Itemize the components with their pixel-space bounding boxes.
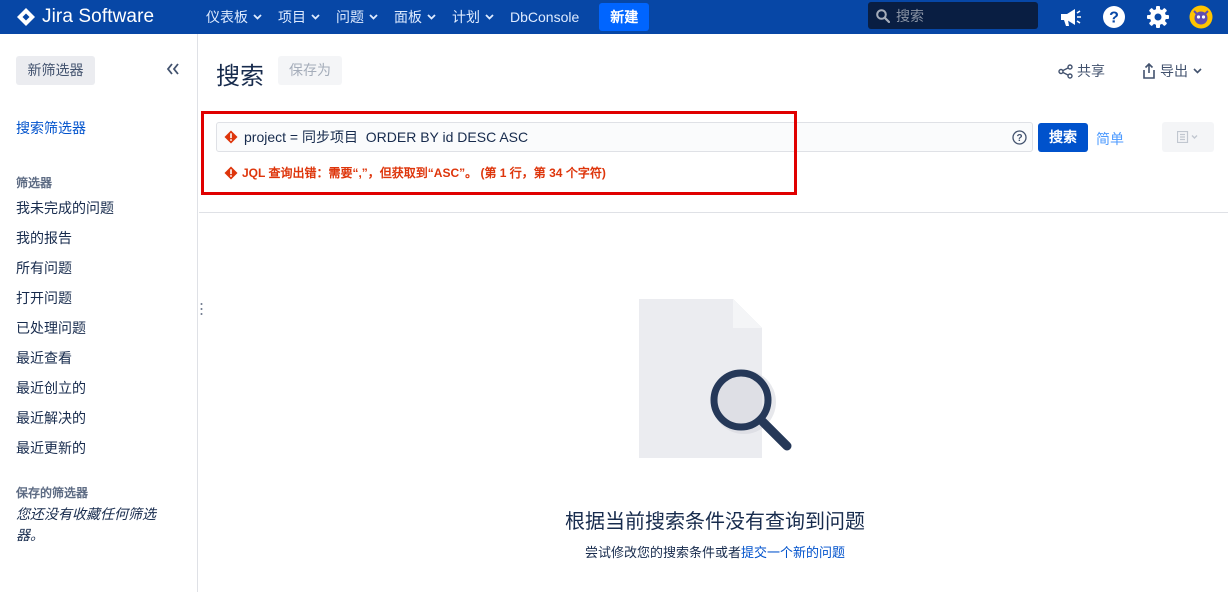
chevron-down-icon bbox=[1193, 68, 1202, 74]
nav-projects-label: 项目 bbox=[278, 9, 306, 25]
chevron-down-icon bbox=[485, 14, 494, 20]
no-results-subtitle-text: 尝试修改您的搜索条件或者 bbox=[584, 545, 741, 560]
no-results-title: 根据当前搜索条件没有查询到问题 bbox=[565, 511, 865, 533]
nav-dbconsole[interactable]: DbConsole bbox=[510, 0, 579, 34]
error-highlight-frame bbox=[201, 111, 797, 195]
help-icon[interactable]: ? bbox=[1101, 4, 1127, 30]
jira-diamond-icon bbox=[17, 8, 35, 26]
filter-my-open-issues[interactable]: 我未完成的问题 bbox=[16, 198, 114, 218]
filters-heading: 筛选器 bbox=[16, 176, 53, 190]
search-icon bbox=[876, 8, 890, 23]
new-filter-button[interactable]: 新筛选器 bbox=[16, 56, 95, 85]
export-icon bbox=[1143, 63, 1155, 79]
filter-resolved-recently[interactable]: 最近解决的 bbox=[16, 408, 86, 428]
nav-boards-label: 面板 bbox=[394, 9, 422, 25]
page-title: 搜索 bbox=[216, 63, 264, 90]
filter-updated-recently[interactable]: 最近更新的 bbox=[16, 438, 86, 458]
help-circle-icon[interactable]: ? bbox=[1012, 130, 1027, 145]
nav-dashboards[interactable]: 仪表板 bbox=[206, 0, 262, 34]
svg-text:?: ? bbox=[1016, 133, 1022, 144]
layout-switcher-button[interactable] bbox=[1162, 122, 1214, 152]
filter-viewed-recently[interactable]: 最近查看 bbox=[16, 348, 72, 368]
filter-created-recently[interactable]: 最近创立的 bbox=[16, 378, 86, 398]
switch-to-basic-link[interactable]: 简单 bbox=[1096, 129, 1124, 149]
list-view-icon bbox=[1177, 131, 1198, 143]
nav-projects[interactable]: 项目 bbox=[278, 0, 320, 34]
no-results-illustration bbox=[639, 299, 792, 458]
save-as-button[interactable]: 保存为 bbox=[278, 56, 342, 85]
jira-logo[interactable]: Jira Software bbox=[16, 4, 154, 30]
create-new-issue-link[interactable]: 提交一个新的问题 bbox=[741, 545, 845, 560]
main-nav: 仪表板 项目 问题 面板 计划 DbConsole 新建 bbox=[206, 0, 650, 34]
nav-issues[interactable]: 问题 bbox=[336, 0, 378, 34]
double-chevron-left-icon[interactable] bbox=[164, 60, 182, 78]
chevron-down-icon bbox=[427, 14, 436, 20]
saved-filters-heading: 保存的筛选器 bbox=[16, 486, 89, 500]
megaphone-icon[interactable] bbox=[1057, 4, 1083, 30]
chevron-down-icon bbox=[369, 14, 378, 20]
chevron-down-icon bbox=[253, 14, 262, 20]
export-button[interactable]: 导出 bbox=[1142, 61, 1206, 81]
nav-plans-label: 计划 bbox=[452, 9, 480, 25]
nav-dbconsole-label: DbConsole bbox=[510, 9, 580, 25]
user-avatar[interactable] bbox=[1188, 4, 1214, 30]
create-button[interactable]: 新建 bbox=[599, 3, 650, 31]
global-search-input[interactable] bbox=[896, 7, 1026, 24]
filter-open-issues[interactable]: 打开问题 bbox=[16, 288, 72, 308]
sidebar-resize-handle[interactable] bbox=[200, 302, 203, 316]
svg-text:?: ? bbox=[1109, 10, 1119, 27]
divider bbox=[199, 212, 1228, 213]
jql-search-button[interactable]: 搜索 bbox=[1038, 123, 1088, 152]
nav-issues-label: 问题 bbox=[336, 9, 364, 25]
chevron-down-icon bbox=[311, 14, 320, 20]
filter-all-issues[interactable]: 所有问题 bbox=[16, 258, 72, 278]
nav-dashboards-label: 仪表板 bbox=[206, 9, 248, 25]
export-label: 导出 bbox=[1160, 63, 1188, 79]
settings-gear-icon[interactable] bbox=[1145, 4, 1171, 30]
top-navigation-bar: Jira Software 仪表板 项目 问题 面板 计划 DbConsole … bbox=[0, 0, 1228, 34]
no-results-subtitle: 尝试修改您的搜索条件或者提交一个新的问题 bbox=[0, 542, 1228, 561]
global-search[interactable] bbox=[868, 2, 1038, 29]
nav-plans[interactable]: 计划 bbox=[452, 0, 494, 34]
filter-done-issues[interactable]: 已处理问题 bbox=[16, 318, 86, 338]
search-filters-link[interactable]: 搜索筛选器 bbox=[16, 118, 86, 138]
filter-reported-by-me[interactable]: 我的报告 bbox=[16, 228, 72, 248]
share-button[interactable]: 共享 bbox=[1058, 61, 1105, 81]
nav-boards[interactable]: 面板 bbox=[394, 0, 436, 34]
app-name: Jira Software bbox=[42, 6, 155, 27]
share-label: 共享 bbox=[1077, 63, 1105, 79]
share-icon bbox=[1058, 63, 1073, 79]
